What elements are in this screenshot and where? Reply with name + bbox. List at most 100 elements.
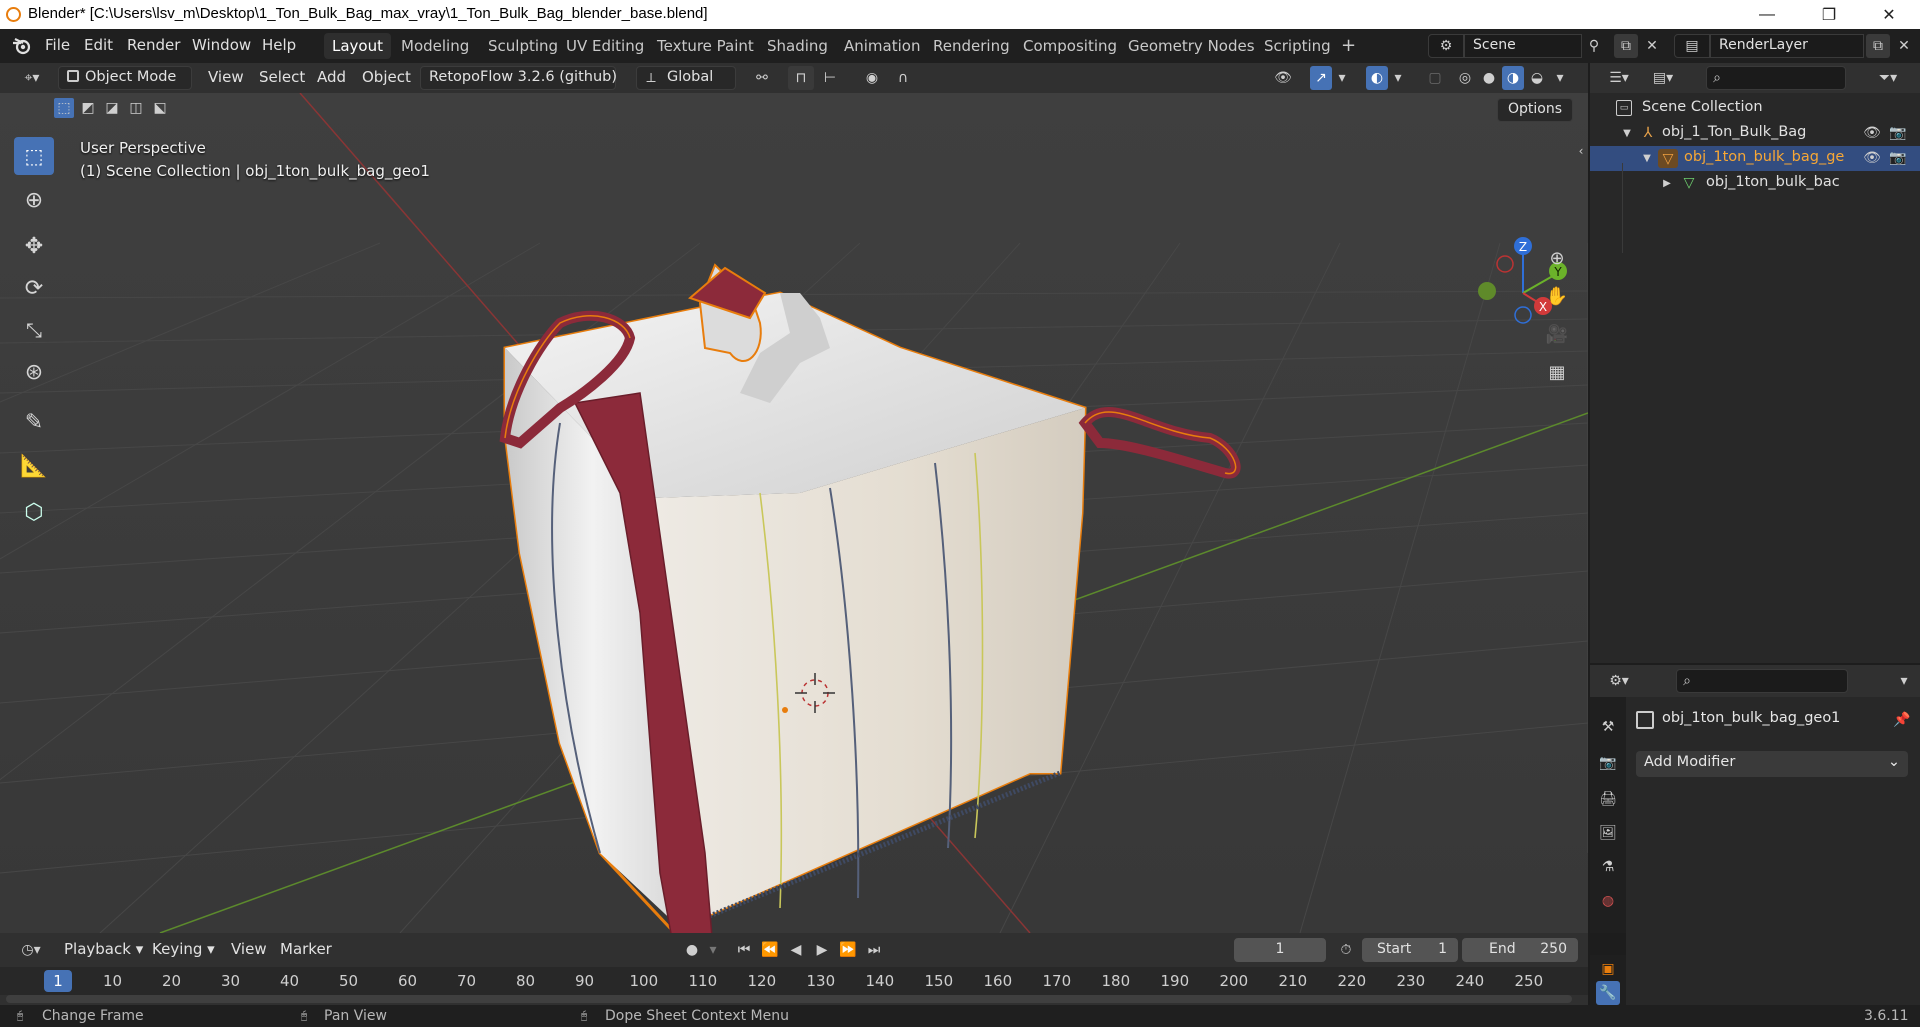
transform-tool[interactable]: ⊛ [14, 353, 54, 391]
view-layer-selector-icon[interactable]: ▤ [1674, 34, 1710, 58]
menu-edit[interactable]: Edit [84, 36, 113, 54]
tab-shading[interactable]: Shading [759, 33, 836, 59]
expand-arrow-icon[interactable]: ▶ [1660, 175, 1674, 191]
mode-selector[interactable]: Object Mode [58, 66, 192, 90]
menu-render[interactable]: Render [127, 36, 180, 54]
menu-file[interactable]: File [45, 36, 70, 54]
close-button[interactable]: ✕ [1866, 0, 1912, 29]
prev-keyframe-icon[interactable]: ⏪ [758, 938, 782, 962]
wireframe-shading-icon[interactable]: ◎ [1454, 66, 1476, 90]
delete-view-layer-icon[interactable]: ✕ [1892, 34, 1916, 58]
menu-marker[interactable]: Marker [274, 938, 338, 962]
blender-menu-icon[interactable] [12, 37, 32, 55]
modifier-tab-icon[interactable]: 🔧 [1596, 981, 1620, 1005]
outliner-item-selected[interactable]: ▼ ▽ obj_1ton_bulk_bag_ge 👁 📷 [1590, 146, 1920, 171]
scene-name-field[interactable]: Scene [1464, 34, 1582, 58]
output-tab-icon[interactable]: 🖨 [1596, 787, 1620, 811]
proportional-edit-icon[interactable]: ◉ [860, 66, 884, 90]
menu-help[interactable]: Help [262, 36, 296, 54]
add-cube-tool[interactable]: ⬡ [14, 493, 54, 531]
sidebar-toggle-icon[interactable]: ‹ [1574, 143, 1588, 159]
rendered-shading-icon[interactable]: ◒ [1526, 66, 1548, 90]
overlay-toggle-icon[interactable]: ◐ [1366, 66, 1388, 90]
next-keyframe-icon[interactable]: ⏩ [836, 938, 860, 962]
retopoflow-menu[interactable]: RetopoFlow 3.2.6 (github) [420, 66, 617, 90]
pivot-point-icon[interactable]: ⚯ [744, 66, 780, 90]
timeline-editor-type-icon[interactable]: ◷▾ [14, 938, 48, 962]
menu-window[interactable]: Window [192, 36, 251, 54]
tab-compositing[interactable]: Compositing [1015, 33, 1125, 59]
camera-view-icon[interactable]: 🎥 [1542, 319, 1572, 349]
jump-end-icon[interactable]: ⏭ [862, 938, 886, 962]
select-intersect-icon[interactable]: ⬕ [150, 98, 170, 118]
frame-ruler[interactable]: 1 10 20 30 40 50 60 70 80 90 100 110 120 130 140 150 16… [0, 967, 1588, 995]
jump-start-icon[interactable]: ⏮ [732, 938, 756, 962]
properties-options-icon[interactable]: ▾ [1894, 669, 1914, 693]
properties-editor-type-icon[interactable]: ⚙▾ [1602, 669, 1636, 693]
play-reverse-icon[interactable]: ◀ [784, 938, 808, 962]
record-icon[interactable]: ● [680, 938, 704, 962]
select-new-icon[interactable]: ⬚ [54, 98, 74, 118]
filter-icon[interactable]: ⏷▾ [1868, 66, 1908, 90]
select-box-tool[interactable]: ⬚ [14, 137, 54, 175]
annotate-tool[interactable]: ✎ [14, 403, 54, 441]
visibility-icon[interactable]: 👁 [1266, 66, 1300, 90]
object-tab-icon[interactable]: ▣ [1596, 957, 1620, 981]
view-layer-tab-icon[interactable]: 🖼 [1596, 821, 1620, 845]
material-shading-icon[interactable]: ◑ [1502, 66, 1524, 90]
properties-search-input[interactable] [1676, 669, 1848, 693]
add-workspace-button[interactable]: + [1333, 31, 1364, 57]
overlay-dropdown-icon[interactable]: ▾ [1390, 66, 1406, 90]
eye-icon[interactable]: 👁 [1862, 125, 1882, 141]
rotate-tool[interactable]: ⟳ [14, 269, 54, 307]
outliner-editor-type-icon[interactable]: ☰▾ [1602, 66, 1636, 90]
tab-scripting[interactable]: Scripting [1256, 33, 1339, 59]
tab-animation[interactable]: Animation [836, 33, 928, 59]
tab-texture-paint[interactable]: Texture Paint [649, 33, 762, 59]
solid-shading-icon[interactable]: ● [1478, 66, 1500, 90]
view-layer-name-field[interactable]: RenderLayer [1710, 34, 1864, 58]
expand-arrow-icon[interactable]: ▼ [1620, 125, 1634, 141]
current-frame-marker[interactable]: 1 [44, 970, 72, 992]
end-frame-field[interactable]: End 250 [1462, 938, 1578, 962]
menu-object[interactable]: Object [356, 66, 417, 90]
menu-view[interactable]: View [225, 938, 273, 962]
editor-type-icon[interactable]: ⌖▾ [14, 66, 50, 90]
tab-layout[interactable]: Layout [324, 33, 391, 59]
world-tab-icon[interactable]: ◍ [1596, 889, 1620, 913]
select-invert-icon[interactable]: ◫ [126, 98, 146, 118]
menu-select[interactable]: Select [253, 66, 311, 90]
shading-dropdown-icon[interactable]: ▾ [1552, 66, 1568, 90]
render-tab-icon[interactable]: 📷 [1596, 751, 1620, 775]
gizmo-dropdown-icon[interactable]: ▾ [1334, 66, 1350, 90]
menu-playback[interactable]: Playback ▾ [58, 938, 149, 962]
outliner-item[interactable]: ▶ ▽ obj_1ton_bulk_bac [1590, 171, 1920, 196]
expand-arrow-icon[interactable]: ▼ [1640, 150, 1654, 166]
delete-scene-icon[interactable]: ✕ [1640, 34, 1664, 58]
tab-modeling[interactable]: Modeling [393, 33, 477, 59]
menu-add[interactable]: Add [311, 66, 352, 90]
new-view-layer-icon[interactable]: ⧉ [1866, 34, 1890, 58]
outliner-scene-collection[interactable]: ▭ Scene Collection [1590, 96, 1920, 121]
outliner-search-input[interactable] [1706, 66, 1846, 90]
keying-dropdown-icon[interactable]: ▾ [704, 938, 722, 962]
add-modifier-button[interactable]: Add Modifier ⌄ [1636, 751, 1908, 777]
outliner-item[interactable]: ▼ ⅄ obj_1_Ton_Bulk_Bag 👁 📷 [1590, 121, 1920, 146]
maximize-button[interactable]: ❐ [1806, 0, 1852, 29]
tab-sculpting[interactable]: Sculpting [480, 33, 566, 59]
pan-hand-icon[interactable]: ✋ [1542, 281, 1572, 311]
tab-uv-editing[interactable]: UV Editing [558, 33, 652, 59]
scene-selector-icon[interactable]: ⚙ [1428, 34, 1464, 58]
tab-geometry-nodes[interactable]: Geometry Nodes [1120, 33, 1263, 59]
new-scene-icon[interactable]: ⧉ [1614, 34, 1638, 58]
cursor-tool[interactable]: ⊕ [14, 181, 54, 219]
camera-icon[interactable]: 📷 [1888, 150, 1908, 166]
viewport-options-button[interactable]: Options [1497, 98, 1574, 122]
tab-rendering[interactable]: Rendering [925, 33, 1018, 59]
snap-target-icon[interactable]: ⊢ [815, 66, 845, 90]
tool-tab-icon[interactable]: ⚒ [1596, 715, 1620, 739]
select-subtract-icon[interactable]: ◪ [102, 98, 122, 118]
timeline-scrollbar[interactable] [6, 995, 1572, 1003]
stopwatch-icon[interactable]: ⏱ [1334, 938, 1358, 962]
minimize-button[interactable]: — [1744, 0, 1790, 29]
